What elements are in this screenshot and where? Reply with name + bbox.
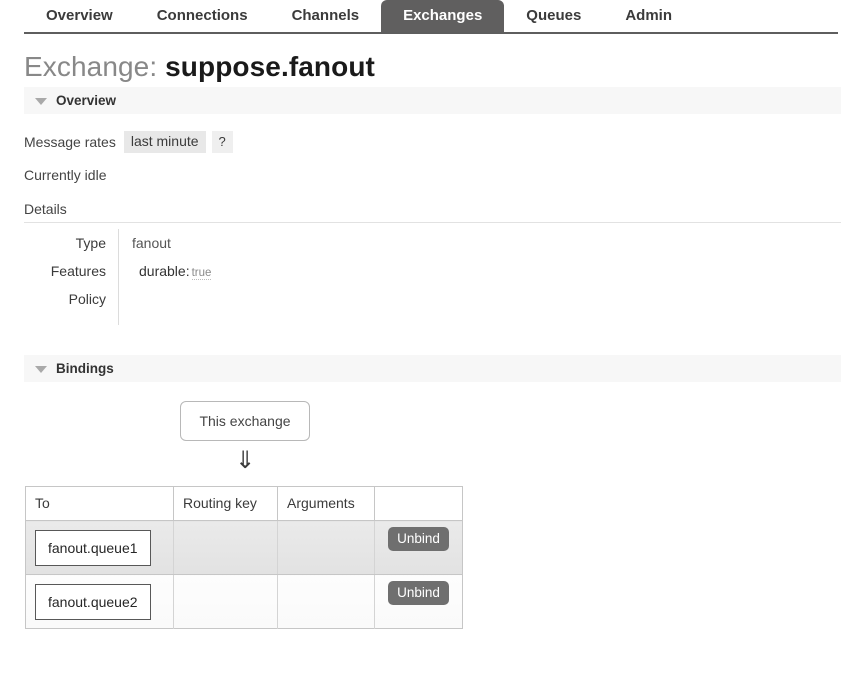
page-title-prefix: Exchange:: [24, 51, 158, 82]
unbind-button[interactable]: Unbind: [388, 580, 449, 605]
queue-link[interactable]: fanout.queue1: [35, 529, 151, 566]
unbind-button[interactable]: Unbind: [388, 526, 449, 551]
details-row-type: Type fanout: [24, 229, 211, 257]
feature-durable-value: true: [191, 267, 212, 280]
tab-admin[interactable]: Admin: [603, 0, 694, 33]
exchange-details-table: Type fanout Features durable: true Policy: [24, 229, 212, 325]
binding-actions-cell: Unbind: [374, 520, 463, 575]
tab-channels[interactable]: Channels: [270, 0, 382, 33]
feature-durable-name: durable:: [139, 263, 190, 279]
tab-queues[interactable]: Queues: [504, 0, 603, 33]
details-row-policy: Policy: [24, 285, 211, 325]
main-navigation: Overview Connections Channels Exchanges …: [0, 0, 841, 34]
binding-to-cell: fanout.queue1: [25, 520, 174, 575]
binding-routing-key-cell: [173, 574, 278, 629]
details-value-type: fanout: [132, 235, 171, 251]
bindings-header-row: To Routing key Arguments: [25, 486, 463, 521]
column-header-to[interactable]: To: [25, 486, 174, 521]
this-exchange-node[interactable]: This exchange: [180, 401, 310, 441]
bindings-section-header[interactable]: Bindings: [24, 355, 841, 382]
idle-status-text: Currently idle: [24, 167, 107, 183]
nav-tab-list: Overview Connections Channels Exchanges …: [0, 0, 841, 33]
bindings-section-label: Bindings: [56, 361, 114, 376]
triangle-down-icon[interactable]: [35, 366, 47, 373]
nav-divider: [24, 32, 838, 34]
exchange-name: suppose.fanout: [165, 51, 375, 82]
table-row: fanout.queue1 Unbind: [25, 520, 463, 575]
details-key-type: Type: [24, 229, 119, 257]
binding-to-cell: fanout.queue2: [25, 574, 174, 629]
details-row-features: Features durable: true: [24, 257, 212, 285]
message-rates-period-selector[interactable]: last minute: [123, 130, 206, 153]
binding-arguments-cell: [277, 520, 375, 575]
column-header-routing-key[interactable]: Routing key: [173, 486, 278, 521]
bindings-table-head: To Routing key Arguments: [25, 486, 463, 521]
column-header-arguments[interactable]: Arguments: [277, 486, 375, 521]
binding-diagram: This exchange ⇓: [0, 401, 466, 472]
queue-link[interactable]: fanout.queue2: [35, 583, 151, 620]
binding-routing-key-cell: [173, 520, 278, 575]
details-value-policy: [119, 285, 212, 325]
double-arrow-down-icon: ⇓: [234, 446, 256, 474]
help-icon[interactable]: ?: [211, 130, 233, 153]
binding-arguments-cell: [277, 574, 375, 629]
tab-connections[interactable]: Connections: [135, 0, 270, 33]
column-header-actions: [374, 486, 463, 521]
page-title: Exchange: suppose.fanout: [24, 51, 841, 83]
details-value-features: durable: true: [119, 257, 212, 285]
overview-section-header[interactable]: Overview: [24, 87, 841, 114]
binding-actions-cell: Unbind: [374, 574, 463, 629]
message-rates-label: Message rates: [24, 133, 116, 150]
tab-exchanges[interactable]: Exchanges: [381, 0, 505, 33]
bindings-table: To Routing key Arguments fanout.queue1 U…: [25, 486, 463, 629]
details-key-policy: Policy: [24, 285, 119, 325]
tab-overview[interactable]: Overview: [24, 0, 135, 33]
details-key-features: Features: [24, 257, 119, 285]
overview-section-label: Overview: [56, 93, 117, 108]
details-heading: Details: [24, 201, 841, 223]
triangle-down-icon[interactable]: [35, 98, 47, 105]
table-row: fanout.queue2 Unbind: [25, 574, 463, 629]
bindings-table-body: fanout.queue1 Unbind fanout.queue2 Unbin…: [25, 520, 463, 629]
page-content: Exchange: suppose.fanout Overview Messag…: [0, 51, 841, 629]
message-rates-row: Message rates last minute ?: [24, 130, 841, 153]
